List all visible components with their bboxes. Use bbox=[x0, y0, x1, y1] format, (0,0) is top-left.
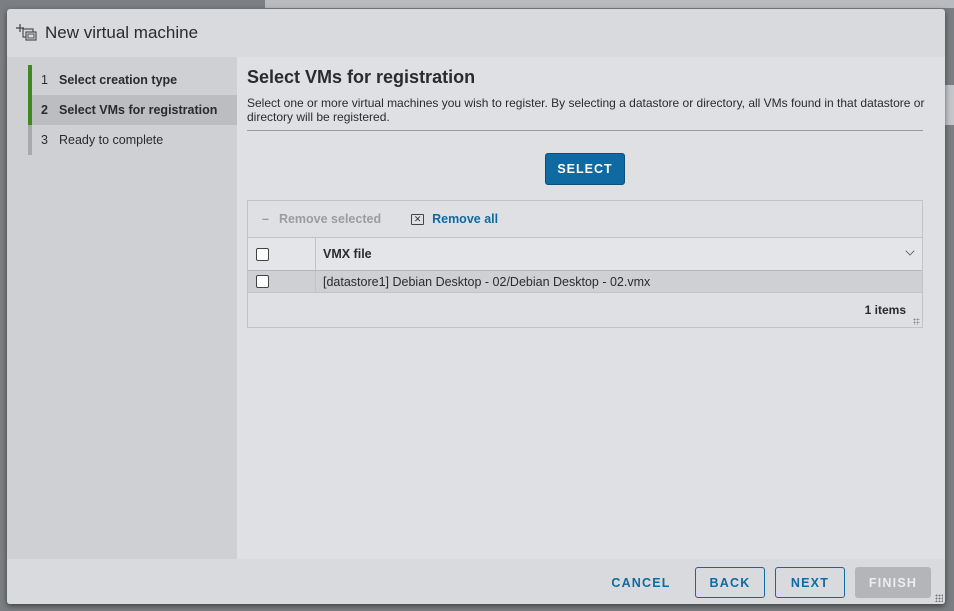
row-checkbox[interactable] bbox=[256, 275, 269, 288]
step-progress-bar bbox=[28, 95, 32, 125]
dialog-resize-handle[interactable] bbox=[935, 594, 943, 602]
page-title: Select VMs for registration bbox=[247, 67, 476, 87]
next-button[interactable]: NEXT bbox=[775, 567, 845, 598]
row-select-cell bbox=[248, 271, 316, 292]
remove-all-icon: ✕ bbox=[411, 213, 425, 225]
background-table-strip bbox=[265, 0, 954, 8]
finish-button[interactable]: FINISH bbox=[855, 567, 931, 598]
wizard-step-3[interactable]: 3 Ready to complete bbox=[28, 125, 237, 155]
remove-all-button[interactable]: ✕ Remove all bbox=[411, 212, 498, 226]
wizard-steps-sidebar: 1 Select creation type 2 Select VMs for … bbox=[7, 57, 237, 559]
dialog-title: New virtual machine bbox=[45, 23, 199, 42]
grid-resize-handle[interactable] bbox=[913, 318, 920, 325]
select-all-cell bbox=[248, 238, 316, 270]
divider bbox=[247, 130, 923, 131]
back-button[interactable]: BACK bbox=[695, 567, 765, 598]
chevron-down-icon[interactable] bbox=[905, 246, 915, 256]
step-number: 1 bbox=[41, 73, 48, 87]
vm-registration-grid: – Remove selected ✕ Remove all VMX file bbox=[247, 200, 923, 328]
page-description: Select one or more virtual machines you … bbox=[247, 96, 925, 124]
remove-selected-button[interactable]: – Remove selected bbox=[262, 212, 381, 226]
wizard-step-1[interactable]: 1 Select creation type bbox=[28, 65, 237, 95]
dialog-header: New virtual machine bbox=[7, 9, 945, 57]
step-progress-bar bbox=[28, 65, 32, 95]
remove-selected-label: Remove selected bbox=[278, 212, 382, 226]
step-number: 3 bbox=[41, 133, 48, 147]
step-number: 2 bbox=[41, 103, 48, 117]
wizard-step-2[interactable]: 2 Select VMs for registration bbox=[28, 95, 237, 125]
new-vm-dialog: New virtual machine 1 Select creation ty… bbox=[7, 9, 945, 604]
vmx-file-cell: [datastore1] Debian Desktop - 02/Debian … bbox=[323, 274, 651, 289]
minus-icon: – bbox=[262, 212, 269, 226]
background-panel-edge bbox=[944, 85, 954, 125]
cancel-button[interactable]: CANCEL bbox=[605, 567, 677, 598]
grid-toolbar: – Remove selected ✕ Remove all bbox=[248, 201, 922, 237]
wizard-content: Select VMs for registration Select one o… bbox=[237, 57, 945, 559]
dialog-footer: CANCEL BACK NEXT FINISH bbox=[7, 559, 945, 604]
new-vm-icon bbox=[15, 23, 39, 43]
step-label: Ready to complete bbox=[59, 133, 164, 147]
table-row[interactable]: [datastore1] Debian Desktop - 02/Debian … bbox=[248, 271, 922, 293]
remove-all-label: Remove all bbox=[432, 212, 499, 226]
grid-header-row: VMX file bbox=[248, 237, 922, 271]
step-label: Select VMs for registration bbox=[59, 103, 218, 117]
step-progress-bar bbox=[28, 125, 32, 155]
grid-item-count: 1 items bbox=[864, 303, 906, 317]
select-all-checkbox[interactable] bbox=[256, 247, 269, 261]
select-button[interactable]: SELECT bbox=[545, 153, 625, 185]
step-label: Select creation type bbox=[59, 73, 178, 87]
column-header-vmx-file[interactable]: VMX file bbox=[316, 247, 372, 261]
